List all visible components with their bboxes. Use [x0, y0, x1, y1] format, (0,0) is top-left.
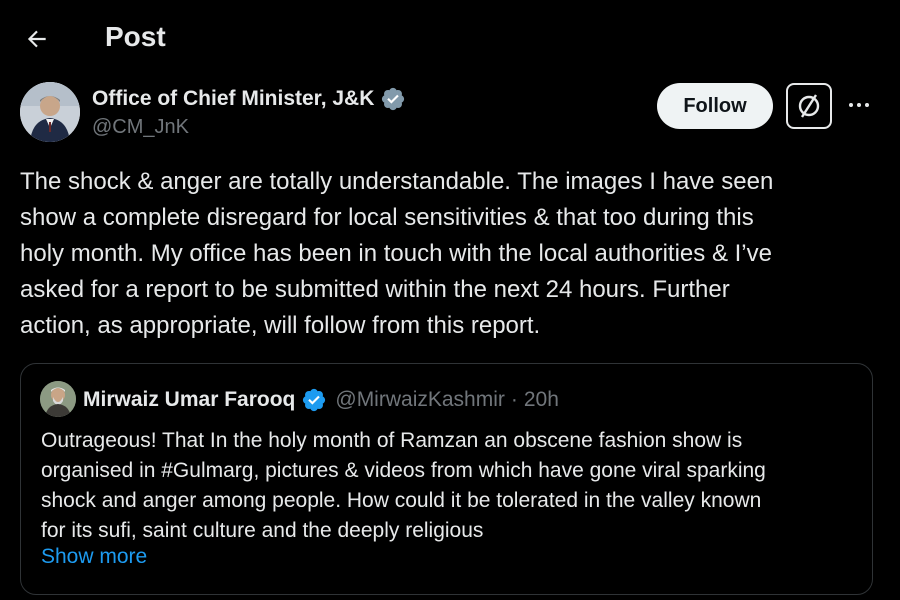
quoted-avatar[interactable]	[40, 381, 76, 417]
quoted-text: Outrageous! That In the holy month of Ra…	[41, 426, 871, 546]
quoted-text-line: shock and anger among people. How could …	[41, 489, 762, 512]
arrow-left-icon	[27, 30, 46, 48]
author-name-row: Office of Chief Minister, J&K	[92, 86, 406, 112]
quoted-author-name: Mirwaiz Umar Farooq	[83, 388, 296, 411]
more-dots-icon	[849, 103, 869, 107]
quoted-header: Mirwaiz Umar Farooq @MirwaizKashmir · 20…	[83, 387, 559, 413]
quoted-text-line: Outrageous! That In the holy month of Ra…	[41, 429, 743, 452]
back-button[interactable]	[18, 20, 56, 58]
quoted-author-handle: @MirwaizKashmir	[335, 388, 505, 411]
page-title: Post	[105, 21, 166, 52]
quoted-text-line: organised in #Gulmarg, pictures & videos…	[41, 459, 766, 482]
separator-dot: ·	[510, 388, 518, 411]
grok-button[interactable]	[786, 83, 832, 129]
quoted-avatar-image	[40, 381, 76, 417]
quoted-timestamp[interactable]: 20h	[524, 388, 559, 412]
avatar-image	[20, 82, 80, 142]
grok-icon	[798, 94, 820, 118]
post-text: The shock & anger are totally understand…	[20, 164, 870, 344]
top-bar: Post	[0, 0, 900, 76]
quoted-text-line: for its sufi, saint culture and the deep…	[41, 519, 484, 542]
post-text-line: show a complete disregard for local sens…	[20, 204, 754, 231]
post-text-line: holy month. My office has been in touch …	[20, 240, 772, 267]
author-name[interactable]: Office of Chief Minister, J&K	[92, 87, 374, 111]
author-handle[interactable]: @CM_JnK	[92, 116, 189, 139]
more-options-button[interactable]	[842, 90, 876, 120]
verified-badge-icon	[301, 387, 327, 413]
quoted-post[interactable]: Mirwaiz Umar Farooq @MirwaizKashmir · 20…	[20, 363, 873, 595]
verified-badge-icon	[380, 86, 406, 112]
post-text-line: asked for a report to be submitted withi…	[20, 276, 730, 303]
post-text-line: action, as appropriate, will follow from…	[20, 312, 541, 339]
post-text-line: The shock & anger are totally understand…	[20, 168, 774, 195]
follow-button[interactable]: Follow	[657, 83, 773, 129]
show-more-link[interactable]: Show more	[41, 545, 147, 569]
avatar[interactable]	[20, 82, 80, 142]
